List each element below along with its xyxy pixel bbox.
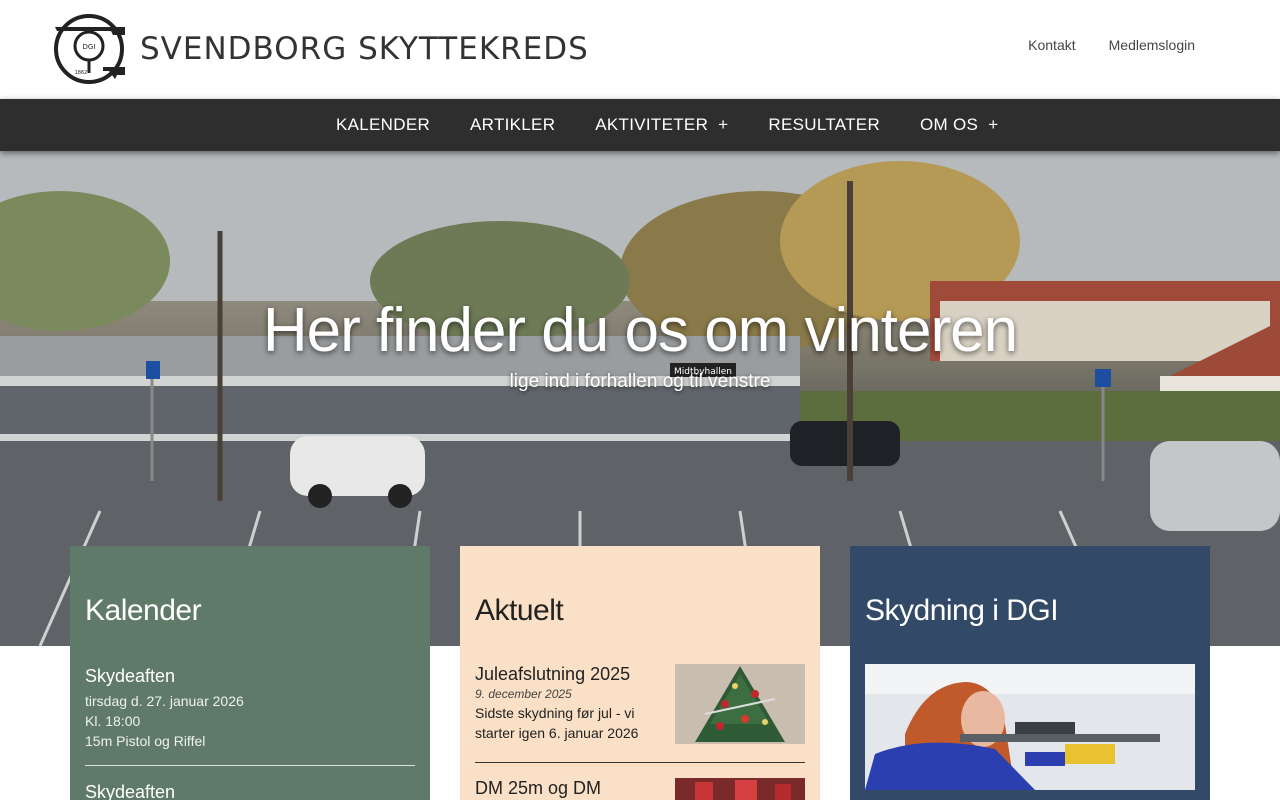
expand-plus-icon[interactable]: + <box>718 115 728 135</box>
news-thumbnail[interactable] <box>675 778 805 800</box>
main-nav: KALENDER ARTIKLER AKTIVITETER + RESULTATE… <box>0 99 1280 151</box>
calendar-heading[interactable]: Kalender <box>85 594 202 628</box>
contact-link[interactable]: Kontakt <box>1028 37 1075 53</box>
news-item[interactable]: Juleafslutning 2025 9. december 2025 Sid… <box>475 664 805 744</box>
news-heading[interactable]: Aktuelt <box>475 594 564 628</box>
news-thumbnail[interactable] <box>675 664 805 744</box>
nav-label: ARTIKLER <box>470 115 556 134</box>
svg-text:1862: 1862 <box>75 70 88 76</box>
event-title[interactable]: Skydeaften <box>85 666 415 687</box>
dgi-heading[interactable]: Skydning i DGI <box>865 594 1059 628</box>
event-title[interactable]: Skydeaften <box>85 782 415 800</box>
divider <box>475 762 805 763</box>
site-header: DGI 1862 SVENDBORG SKYTTEKREDS Kontakt M… <box>0 0 1280 99</box>
nav-item-aktiviteter[interactable]: AKTIVITETER + <box>575 99 748 151</box>
nav-item-artikler[interactable]: ARTIKLER <box>450 99 575 151</box>
divider <box>85 765 415 766</box>
dgi-card: Skydning i DGI <box>850 546 1210 800</box>
member-login-link[interactable]: Medlemslogin <box>1109 37 1195 53</box>
nav-item-kalender[interactable]: KALENDER <box>316 99 450 151</box>
nav-item-resultater[interactable]: RESULTATER <box>748 99 900 151</box>
hero-title: Her finder du os om vinteren <box>262 296 1018 365</box>
nav-item-om-os[interactable]: OM OS + <box>900 99 1018 151</box>
calendar-card: Kalender Skydeaften tirsdag d. 27. janua… <box>70 546 430 800</box>
event-time: Kl. 18:00 <box>85 713 141 729</box>
news-excerpt: Sidste skydning før jul - vi starter ige… <box>475 705 639 741</box>
nav-label: OM OS <box>920 115 979 134</box>
news-card: Aktuelt Juleafslutning 2025 9. december … <box>460 546 820 800</box>
dgi-logo[interactable]: DGI 1862 <box>53 13 127 85</box>
news-item[interactable]: DM 25m og DM <box>475 778 805 800</box>
nav-label: RESULTATER <box>768 115 881 134</box>
event-date: tirsdag d. 27. januar 2026 <box>85 693 244 709</box>
nav-label: KALENDER <box>336 115 431 134</box>
calendar-event[interactable]: Skydeaften tirsdag d. 27. januar 2026 Kl… <box>85 666 415 751</box>
hero-subtitle: lige ind i forhallen og til venstre <box>509 371 771 392</box>
site-title[interactable]: SVENDBORG SKYTTEKREDS <box>140 31 589 67</box>
calendar-event[interactable]: Skydeaften <box>85 782 415 800</box>
top-links: Kontakt Medlemslogin <box>1028 37 1195 53</box>
event-description: 15m Pistol og Riffel <box>85 733 206 749</box>
expand-plus-icon[interactable]: + <box>988 115 998 135</box>
svg-text:DGI: DGI <box>83 43 96 51</box>
nav-label: AKTIVITETER <box>595 115 709 134</box>
dgi-shooter-photo[interactable] <box>865 664 1195 790</box>
